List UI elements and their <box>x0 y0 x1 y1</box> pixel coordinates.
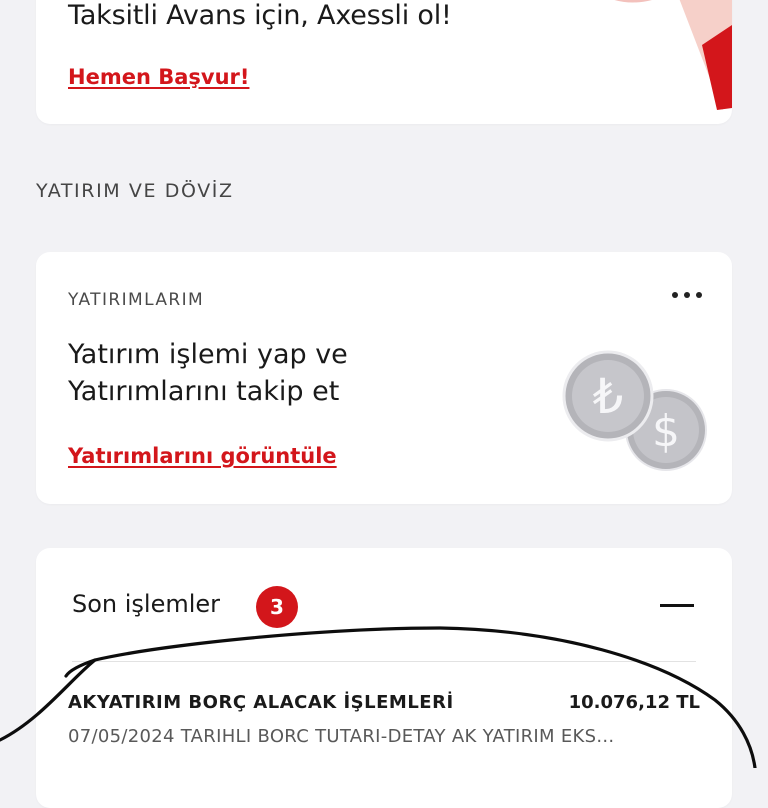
promo-card[interactable]: Taksitli Avans için, Axessli ol! Hemen B… <box>36 0 732 124</box>
section-header: YATIRIM VE DÖVİZ <box>36 180 234 202</box>
more-horizontal-icon[interactable] <box>668 288 708 304</box>
transaction-description: 07/05/2024 TARIHLI BORC TUTARI-DETAY AK … <box>68 726 615 747</box>
recent-transactions-card: Son işlemler 3 AKYATIRIM BORÇ ALACAK İŞL… <box>36 548 732 808</box>
transactions-count-badge: 3 <box>256 586 298 628</box>
hand-card-illustration <box>614 0 732 110</box>
transaction-amount: 10.076,12 TL <box>568 692 700 713</box>
transaction-name: AKYATIRIM BORÇ ALACAK İŞLEMLERİ <box>68 692 454 713</box>
transaction-row[interactable]: AKYATIRIM BORÇ ALACAK İŞLEMLERİ 10.076,1… <box>68 686 700 756</box>
dollar-coin-symbol: $ <box>652 406 680 457</box>
lira-coin-symbol: ₺ <box>593 369 624 425</box>
divider <box>72 661 696 662</box>
investments-title-line2: Yatırımlarını takip et <box>68 376 340 407</box>
investments-card[interactable]: YATIRIMLARIM Yatırım işlemi yap ve Yatır… <box>36 252 732 504</box>
investments-eyebrow: YATIRIMLARIM <box>68 290 205 310</box>
minus-icon[interactable] <box>660 604 694 607</box>
view-investments-link[interactable]: Yatırımlarını görüntüle <box>68 444 337 468</box>
investments-title: Yatırım işlemi yap ve Yatırımlarını taki… <box>68 336 498 410</box>
recent-transactions-title: Son işlemler <box>72 590 221 618</box>
apply-now-link[interactable]: Hemen Başvur! <box>68 65 249 89</box>
coins-icon: $ ₺ <box>562 350 707 471</box>
promo-title: Taksitli Avans için, Axessli ol! <box>68 0 452 31</box>
investments-title-line1: Yatırım işlemi yap ve <box>68 339 348 370</box>
